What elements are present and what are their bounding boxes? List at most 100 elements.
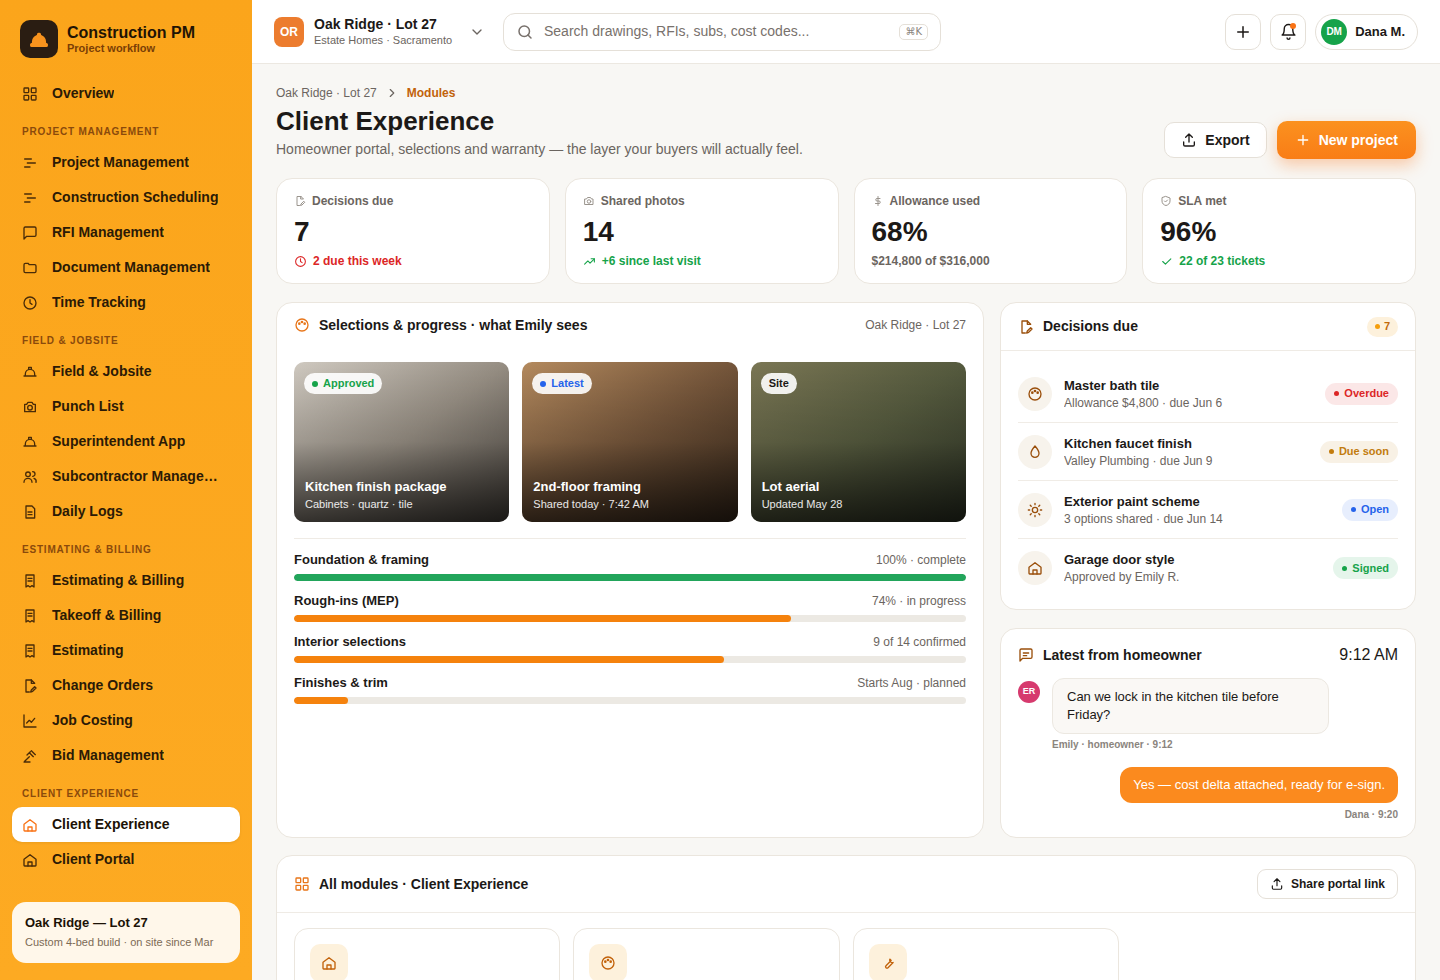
sidebar-item[interactable]: Estimating & Billing (12, 563, 240, 598)
photo-card[interactable]: SiteLot aerialUpdated May 28 (751, 362, 966, 522)
stat-label: Shared photos (601, 193, 685, 209)
house-icon (1027, 560, 1043, 576)
sidebar-section-title: PROJECT MANAGEMENT (12, 111, 240, 145)
breadcrumb-item[interactable]: Oak Ridge · Lot 27 (276, 85, 377, 101)
progress-label: Rough-ins (MEP) (294, 591, 399, 611)
msg-icon (22, 225, 38, 241)
receipt-icon (22, 643, 38, 659)
selections-title: Selections & progress · what Emily sees (319, 315, 587, 336)
decision-title: Garage door style (1064, 551, 1321, 568)
gavel-icon (22, 748, 38, 764)
photo-card[interactable]: Latest2nd-floor framingShared today · 7:… (522, 362, 737, 522)
photo-card[interactable]: ApprovedKitchen finish packageCabinets ·… (294, 362, 509, 522)
plus-icon (1234, 23, 1252, 41)
sidebar-item[interactable]: Project Management (12, 145, 240, 180)
messages-title: Latest from homeowner (1043, 645, 1202, 666)
filepen-icon (294, 195, 306, 207)
progress-reading: 100% · complete (876, 551, 966, 569)
share-portal-label: Share portal link (1291, 875, 1385, 893)
decision-row[interactable]: Master bath tileAllowance $4,800 · due J… (1018, 365, 1398, 423)
sidebar-section-title: ESTIMATING & BILLING (12, 529, 240, 563)
chat-icon (1018, 647, 1034, 663)
progress-row: Rough-ins (MEP)74% · in progress (294, 593, 966, 622)
decision-row[interactable]: Garage door styleApproved by Emily R.Sig… (1018, 539, 1398, 597)
progress-row: Interior selections 9 of 14 confirmed (294, 634, 966, 663)
sidebar-item[interactable]: Time Tracking (12, 285, 240, 320)
message-incoming: ERCan we lock in the kitchen tile before… (1018, 678, 1398, 751)
sidebar-item[interactable]: Client Experience (12, 807, 240, 842)
sidebar-item-label: Time Tracking (52, 292, 146, 313)
signature-icon (1018, 319, 1034, 335)
sidebar-item[interactable]: Bid Management (12, 738, 240, 773)
progress-fill (294, 656, 724, 663)
house-icon (22, 852, 38, 868)
progress-row: Finishes & trimStarts Aug · planned (294, 675, 966, 704)
add-button[interactable] (1225, 14, 1261, 50)
folder-icon (22, 260, 38, 276)
progress-fill (294, 615, 791, 622)
photo-subtitle: Cabinets · quartz · tile (305, 497, 498, 511)
user-menu[interactable]: DM Dana M. (1315, 14, 1418, 50)
stat-card: Decisions due72 due this week (276, 178, 550, 284)
clock-icon (22, 295, 38, 311)
clock-icon (294, 255, 307, 268)
decisions-card: Decisions due 7 Master bath tileAllowanc… (1000, 302, 1416, 610)
module-card[interactable] (853, 928, 1119, 980)
sidebar-item[interactable]: Field & Jobsite (12, 354, 240, 389)
progress-label: Interior selections (294, 632, 406, 652)
palette-icon (1027, 386, 1043, 402)
sidebar-item[interactable]: Change Orders (12, 668, 240, 703)
content: Oak Ridge · Lot 27 Modules Client Experi… (252, 64, 1440, 980)
module-card[interactable] (294, 928, 560, 980)
drop-icon (1027, 444, 1043, 460)
sidebar-item-label: Takeoff & Billing (52, 605, 161, 626)
hardhat-icon (22, 434, 38, 450)
chevron-right-icon (385, 86, 399, 100)
grid-icon (22, 86, 38, 102)
sidebar-item[interactable]: Job Costing (12, 703, 240, 738)
bars-icon (22, 190, 38, 206)
filepen-icon (22, 678, 38, 694)
decision-row[interactable]: Exterior paint scheme 3 options shared · … (1018, 481, 1398, 539)
topbar: OR Oak Ridge · Lot 27 Estate Homes · Sac… (252, 0, 1440, 64)
sidebar-item[interactable]: Takeoff & Billing (12, 598, 240, 633)
sidebar-item[interactable]: Daily Logs (12, 494, 240, 529)
search-input[interactable] (544, 21, 889, 42)
sidebar-item[interactable]: Punch List (12, 389, 240, 424)
sidebar-item[interactable]: Superintendent App (12, 424, 240, 459)
breadcrumb: Oak Ridge · Lot 27 Modules (276, 85, 1416, 101)
project-card[interactable]: Oak Ridge — Lot 27 Custom 4-bed build · … (12, 902, 240, 963)
sidebar-item[interactable]: RFI Management (12, 215, 240, 250)
status-pill: Overdue (1325, 383, 1398, 405)
photo-badge-label: Approved (323, 375, 374, 392)
decision-detail: 3 options shared · due Jun 14 (1064, 512, 1330, 527)
sidebar-item[interactable]: Estimating (12, 633, 240, 668)
share-portal-button[interactable]: Share portal link (1257, 869, 1398, 899)
search-box[interactable]: ⌘K (503, 13, 941, 51)
unread-dot (1290, 23, 1296, 29)
export-label: Export (1205, 130, 1249, 151)
sidebar-item-label: Overview (52, 83, 114, 104)
export-button[interactable]: Export (1164, 122, 1266, 158)
progress-fill (294, 697, 348, 704)
sidebar-item[interactable]: Client Portal (12, 842, 240, 877)
sidebar-item[interactable]: Subcontractor Manage… (12, 459, 240, 494)
new-project-button[interactable]: New project (1277, 121, 1416, 159)
status-label: Overdue (1344, 385, 1389, 402)
status-label: Open (1361, 501, 1389, 518)
module-card[interactable] (573, 928, 839, 980)
status-pill: Signed (1333, 557, 1398, 579)
app-logo[interactable]: Construction PM Project workflow (12, 20, 240, 58)
stat-note: $214,800 of $316,000 (872, 253, 1110, 269)
project-switcher[interactable]: OR Oak Ridge · Lot 27 Estate Homes · Sac… (274, 16, 485, 47)
sidebar-item[interactable]: Overview (12, 76, 240, 111)
sidebar-item[interactable]: Construction Scheduling (12, 180, 240, 215)
sidebar-item[interactable]: Document Management (12, 250, 240, 285)
decision-row[interactable]: Kitchen faucet finishValley Plumbing · d… (1018, 423, 1398, 481)
breadcrumb-item[interactable]: Modules (407, 85, 456, 101)
decision-title: Exterior paint scheme (1064, 493, 1330, 510)
house-icon (321, 955, 337, 971)
progress-reading: 9 of 14 confirmed (873, 633, 966, 651)
progress-label: Finishes & trim (294, 673, 388, 693)
notifications-button[interactable] (1270, 14, 1306, 50)
